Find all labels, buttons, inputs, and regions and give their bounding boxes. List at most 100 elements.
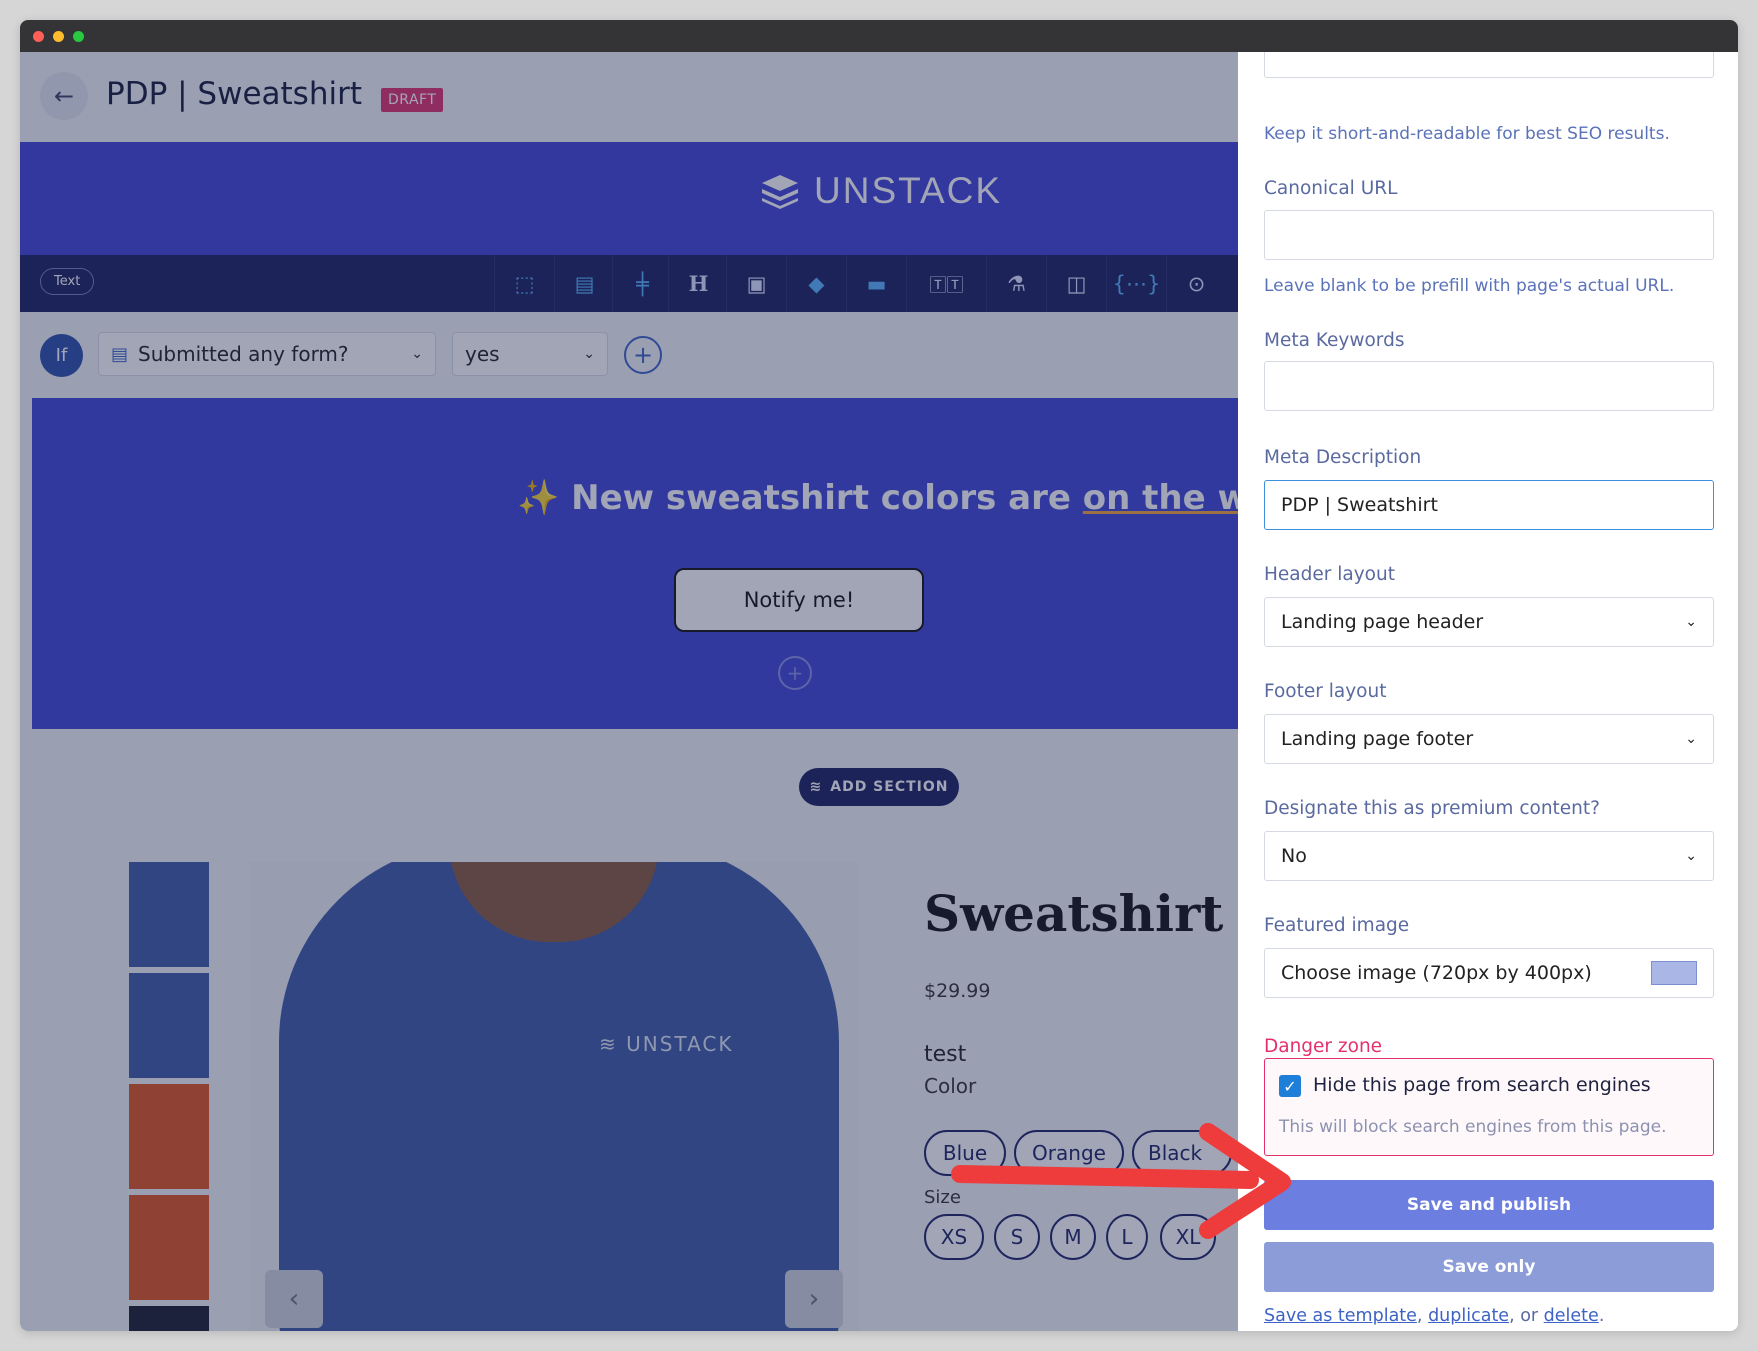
color-option-orange[interactable]: Orange bbox=[1014, 1130, 1124, 1176]
form-icon: ▤ bbox=[111, 343, 129, 365]
canonical-url-label: Canonical URL bbox=[1264, 178, 1398, 199]
header-layout-label: Header layout bbox=[1264, 564, 1395, 585]
meta-keywords-label: Meta Keywords bbox=[1264, 330, 1405, 351]
product-thumbnail[interactable] bbox=[129, 973, 209, 1078]
featured-image-picker[interactable]: Choose image (720px by 400px) bbox=[1264, 948, 1714, 998]
heading-icon[interactable]: H bbox=[668, 255, 728, 312]
chevron-left-icon: ‹ bbox=[288, 1284, 300, 1314]
links-separator: , or bbox=[1509, 1306, 1544, 1326]
previous-image-button[interactable]: ‹ bbox=[265, 1270, 323, 1328]
product-main-image[interactable]: ≋ UNSTACK ‹ › bbox=[249, 862, 859, 1331]
size-option-l[interactable]: L bbox=[1106, 1214, 1148, 1260]
plus-icon: + bbox=[632, 341, 654, 369]
danger-zone-box: ✓ Hide this page from search engines Thi… bbox=[1264, 1058, 1714, 1156]
status-badge: DRAFT bbox=[381, 88, 444, 112]
title-hint: Keep it short-and-readable for best SEO … bbox=[1264, 124, 1670, 144]
site-logo-text: UNSTACK bbox=[814, 170, 1003, 211]
featured-image-label: Featured image bbox=[1264, 915, 1410, 936]
chevron-down-icon: ⌄ bbox=[411, 346, 423, 362]
product-thumbnail[interactable] bbox=[129, 862, 209, 967]
notify-me-button[interactable]: Notify me! bbox=[674, 568, 924, 632]
text-style-icon[interactable]: 🅃🅃 bbox=[906, 255, 986, 312]
footer-layout-value: Landing page footer bbox=[1281, 728, 1474, 750]
chevron-down-icon: ⌄ bbox=[1685, 731, 1697, 747]
meta-keywords-input[interactable] bbox=[1264, 361, 1714, 411]
size-option-xl[interactable]: XL bbox=[1160, 1214, 1216, 1260]
site-header-preview[interactable]: UNSTACK bbox=[20, 142, 1238, 255]
duplicate-link[interactable]: duplicate bbox=[1428, 1306, 1509, 1326]
promo-text-link: on the way bbox=[1082, 478, 1238, 518]
meta-description-label: Meta Description bbox=[1264, 447, 1422, 468]
condition-value: yes bbox=[465, 342, 500, 366]
footer-layout-select[interactable]: Landing page footer ⌄ bbox=[1264, 714, 1714, 764]
hide-from-search-checkbox[interactable]: ✓ bbox=[1279, 1075, 1301, 1097]
danger-zone-label: Danger zone bbox=[1264, 1036, 1383, 1057]
premium-content-value: No bbox=[1281, 845, 1307, 867]
save-only-button[interactable]: Save only bbox=[1264, 1242, 1714, 1292]
meta-description-input[interactable]: PDP | Sweatshirt bbox=[1264, 480, 1714, 530]
layout-icon[interactable]: ▤ bbox=[554, 255, 614, 312]
add-section-label: ADD SECTION bbox=[830, 779, 949, 795]
columns-icon[interactable]: ◫ bbox=[1046, 255, 1106, 312]
paint-bucket-icon[interactable]: ◆ bbox=[786, 255, 846, 312]
stack-icon: ≋ bbox=[809, 779, 823, 795]
footer-layout-label: Footer layout bbox=[1264, 681, 1387, 702]
target-icon[interactable]: ⊙ bbox=[1166, 255, 1226, 312]
add-element-button[interactable]: + bbox=[778, 656, 812, 690]
shirt-logo-text: UNSTACK bbox=[626, 1032, 734, 1056]
condition-select[interactable]: ▤ Submitted any form? ⌄ bbox=[98, 332, 436, 376]
chevron-right-icon: › bbox=[808, 1284, 820, 1314]
image-preview-swatch bbox=[1651, 961, 1697, 985]
product-title: Sweatshirt bbox=[924, 884, 1224, 943]
element-toolbar: Text ⬚ ▤ ╪ H ▣ ◆ ▬ 🅃🅃 ⚗ ◫ {⋯} ⊙ bbox=[20, 255, 1238, 312]
shirt-logo: ≋ UNSTACK bbox=[599, 1032, 734, 1056]
size-option-xs[interactable]: XS bbox=[924, 1214, 984, 1260]
image-icon[interactable]: ▣ bbox=[726, 255, 786, 312]
condition-bar: If ▤ Submitted any form? ⌄ yes ⌄ + bbox=[20, 312, 1238, 400]
promo-headline[interactable]: ✨ New sweatshirt colors are on the way ✨ bbox=[517, 478, 1238, 518]
premium-content-select[interactable]: No ⌄ bbox=[1264, 831, 1714, 881]
width-icon[interactable]: ▬ bbox=[846, 255, 906, 312]
size-label: Size bbox=[924, 1187, 961, 1208]
premium-content-label: Designate this as premium content? bbox=[1264, 798, 1600, 819]
product-price: $29.99 bbox=[924, 980, 991, 1002]
flask-icon[interactable]: ⚗ bbox=[986, 255, 1046, 312]
featured-image-value: Choose image (720px by 400px) bbox=[1281, 962, 1592, 984]
page-settings-panel: Keep it short-and-readable for best SEO … bbox=[1238, 52, 1738, 1331]
plus-icon: + bbox=[786, 661, 804, 685]
product-thumbnail[interactable] bbox=[129, 1084, 209, 1189]
condition-select-value: Submitted any form? bbox=[138, 342, 349, 366]
hide-from-search-label[interactable]: Hide this page from search engines bbox=[1313, 1074, 1651, 1096]
arrow-left-icon: ← bbox=[53, 82, 75, 110]
delete-link[interactable]: delete bbox=[1544, 1306, 1599, 1326]
select-area-icon[interactable]: ⬚ bbox=[494, 255, 554, 312]
save-as-template-link[interactable]: Save as template bbox=[1264, 1306, 1417, 1326]
product-description: test bbox=[924, 1042, 967, 1067]
color-label: Color bbox=[924, 1074, 977, 1098]
page-title-input[interactable] bbox=[1264, 52, 1714, 78]
header-layout-select[interactable]: Landing page header ⌄ bbox=[1264, 597, 1714, 647]
add-section-button[interactable]: ≋ ADD SECTION bbox=[799, 768, 959, 806]
size-option-m[interactable]: M bbox=[1050, 1214, 1096, 1260]
element-type-pill[interactable]: Text bbox=[40, 268, 95, 295]
chevron-down-icon: ⌄ bbox=[583, 346, 595, 362]
save-and-publish-button[interactable]: Save and publish bbox=[1264, 1180, 1714, 1230]
stack-logo-icon bbox=[762, 175, 798, 209]
code-icon[interactable]: {⋯} bbox=[1106, 255, 1166, 312]
condition-value-select[interactable]: yes ⌄ bbox=[452, 332, 608, 376]
promo-section[interactable]: ✨ New sweatshirt colors are on the way ✨… bbox=[32, 398, 1238, 729]
color-option-black[interactable]: Black bbox=[1132, 1130, 1232, 1176]
canonical-url-input[interactable] bbox=[1264, 210, 1714, 260]
header-layout-value: Landing page header bbox=[1281, 611, 1484, 633]
size-option-s[interactable]: S bbox=[994, 1214, 1040, 1260]
add-condition-button[interactable]: + bbox=[624, 336, 662, 374]
links-separator: , bbox=[1416, 1306, 1429, 1326]
product-thumbnail[interactable] bbox=[129, 1306, 209, 1331]
site-logo: UNSTACK bbox=[760, 170, 1002, 212]
back-button[interactable]: ← bbox=[40, 72, 88, 120]
next-image-button[interactable]: › bbox=[785, 1270, 843, 1328]
promo-text-prefix: ✨ New sweatshirt colors are bbox=[517, 478, 1083, 518]
align-center-icon[interactable]: ╪ bbox=[612, 255, 672, 312]
product-thumbnail[interactable] bbox=[129, 1195, 209, 1300]
color-option-blue[interactable]: Blue bbox=[924, 1130, 1006, 1176]
